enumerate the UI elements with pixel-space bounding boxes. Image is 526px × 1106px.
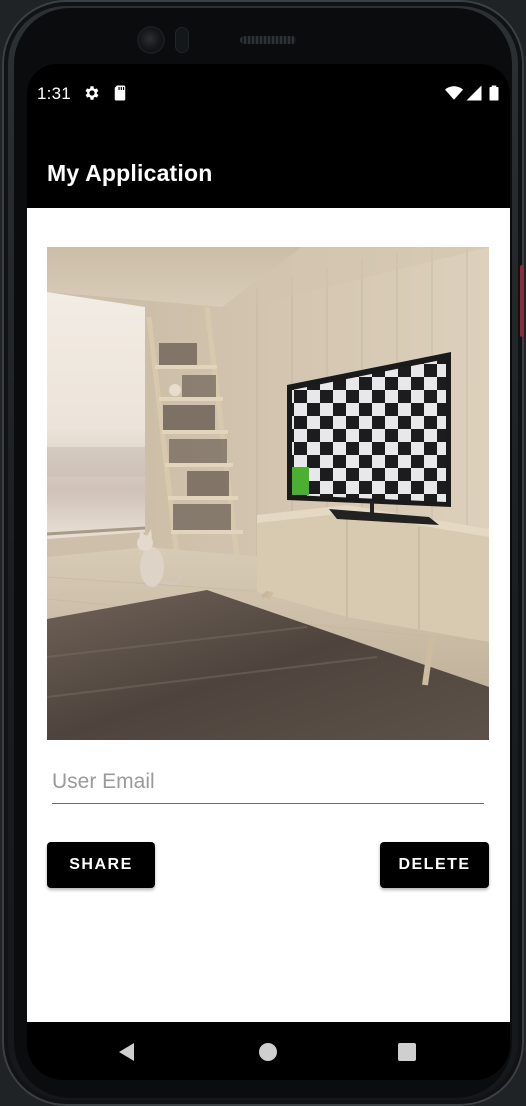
app-bar: My Application	[27, 124, 510, 208]
front-camera	[139, 28, 163, 52]
home-icon[interactable]	[256, 1040, 280, 1064]
power-button	[520, 265, 524, 337]
page-title: My Application	[47, 160, 213, 186]
room-image	[47, 247, 489, 740]
recents-icon[interactable]	[395, 1040, 419, 1064]
room-illustration	[47, 247, 489, 740]
gear-icon	[85, 86, 99, 100]
share-button[interactable]: SHARE	[47, 842, 155, 888]
status-time: 1:31	[37, 84, 71, 103]
wifi-icon	[445, 86, 463, 100]
battery-icon	[489, 85, 499, 101]
email-input[interactable]	[52, 764, 484, 804]
main-content: SHARE DELETE	[27, 208, 510, 1022]
status-bar: 1:31	[27, 64, 510, 124]
signal-icon	[466, 85, 482, 101]
back-icon[interactable]	[115, 1040, 139, 1064]
screen: 1:31 My Application User Email SHARE DEL…	[27, 64, 510, 1080]
navigation-bar	[27, 1022, 510, 1080]
sd-card-icon	[114, 85, 126, 101]
proximity-sensor	[176, 28, 188, 52]
delete-button[interactable]: DELETE	[380, 842, 489, 888]
earpiece-speaker	[240, 36, 296, 44]
device-frame: 1:31 My Application User Email SHARE DEL…	[2, 0, 524, 1106]
green-square	[292, 467, 309, 495]
